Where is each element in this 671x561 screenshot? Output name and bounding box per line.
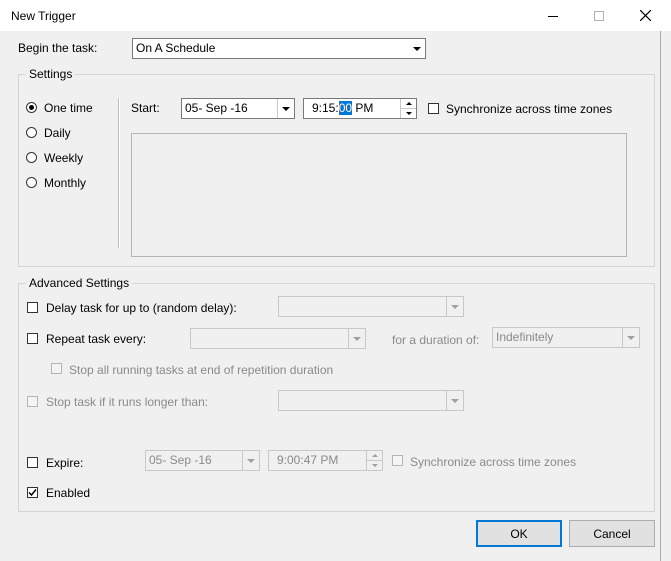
maximize-icon (594, 10, 604, 21)
expire-time-spinner[interactable] (366, 451, 382, 470)
radio-monthly-label: Monthly (44, 176, 87, 190)
chevron-down-icon[interactable] (409, 39, 425, 58)
stop-task-duration-select[interactable] (278, 390, 464, 411)
stop-task-longer-checkbox[interactable] (27, 396, 38, 407)
cancel-button[interactable]: Cancel (569, 520, 655, 547)
radio-daily-label: Daily (44, 126, 71, 140)
radio-monthly[interactable] (26, 177, 37, 188)
repeat-interval-select[interactable] (190, 328, 366, 349)
spin-up-icon[interactable] (367, 451, 382, 461)
chevron-down-icon[interactable] (446, 391, 463, 410)
expire-sync-checkbox[interactable] (392, 455, 403, 466)
stop-all-tasks-checkbox[interactable] (51, 363, 62, 374)
expire-time-value: 9:00:47 PM (277, 453, 339, 467)
settings-divider (118, 98, 120, 248)
window-edge (660, 31, 671, 561)
start-label: Start: (131, 101, 160, 115)
expire-date-value: 05- Sep -16 (149, 453, 212, 467)
radio-weekly[interactable] (26, 152, 37, 163)
stop-all-tasks-label: Stop all running tasks at end of repetit… (69, 363, 334, 377)
expire-sync-label: Synchronize across time zones (410, 455, 577, 469)
enabled-checkbox[interactable] (27, 487, 38, 498)
duration-label: for a duration of: (392, 333, 480, 347)
checkmark-icon (28, 489, 37, 497)
radio-one-time[interactable] (26, 102, 37, 113)
stop-task-longer-label: Stop task if it runs longer than: (46, 395, 209, 409)
start-time-spinner[interactable] (400, 99, 416, 118)
close-button[interactable] (622, 0, 668, 31)
expire-time-field[interactable]: 9:00:47 PM (268, 450, 383, 471)
enabled-label: Enabled (46, 486, 91, 500)
begin-task-select[interactable]: On A Schedule (132, 38, 426, 59)
chevron-down-icon[interactable] (277, 99, 294, 118)
repeat-task-label: Repeat task every: (46, 332, 147, 346)
start-date-value: 05- Sep -16 (185, 101, 248, 115)
repeat-task-checkbox[interactable] (27, 333, 38, 344)
radio-one-time-label: One time (44, 101, 93, 115)
expire-checkbox[interactable] (27, 457, 38, 468)
start-time-suffix: PM (352, 101, 374, 115)
chevron-down-icon[interactable] (622, 328, 639, 347)
start-time-seconds-selected: 00 (338, 101, 353, 115)
begin-task-value: On A Schedule (136, 41, 216, 55)
radio-daily[interactable] (26, 127, 37, 138)
sync-timezones-checkbox[interactable] (428, 103, 439, 114)
spin-down-icon[interactable] (401, 109, 416, 119)
ok-button[interactable]: OK (476, 520, 562, 547)
chevron-down-icon[interactable] (348, 329, 365, 348)
delay-task-label: Delay task for up to (random delay): (46, 301, 237, 315)
spin-down-icon[interactable] (367, 461, 382, 471)
minimize-icon (548, 15, 558, 17)
expire-label: Expire: (46, 456, 84, 470)
window-title: New Trigger (11, 9, 76, 23)
duration-select[interactable]: Indefinitely (492, 327, 640, 348)
minimize-button[interactable] (530, 0, 576, 31)
advanced-settings-legend: Advanced Settings (26, 276, 133, 290)
delay-select[interactable] (278, 296, 464, 317)
sync-timezones-label: Synchronize across time zones (446, 102, 613, 116)
chevron-down-icon[interactable] (242, 451, 259, 470)
begin-task-label: Begin the task: (18, 41, 98, 55)
maximize-button[interactable] (576, 0, 622, 31)
spin-up-icon[interactable] (401, 99, 416, 109)
radio-weekly-label: Weekly (44, 151, 84, 165)
expire-date-picker[interactable]: 05- Sep -16 (145, 450, 260, 471)
settings-legend: Settings (26, 67, 76, 81)
close-icon (639, 10, 651, 21)
start-time-prefix: 9:15: (312, 101, 339, 115)
duration-value: Indefinitely (496, 330, 554, 344)
start-time-field[interactable]: 9:15:00 PM (303, 98, 417, 119)
delay-task-checkbox[interactable] (27, 302, 38, 313)
start-date-picker[interactable]: 05- Sep -16 (181, 98, 295, 119)
chevron-down-icon[interactable] (446, 297, 463, 316)
schedule-details-panel (131, 133, 627, 257)
